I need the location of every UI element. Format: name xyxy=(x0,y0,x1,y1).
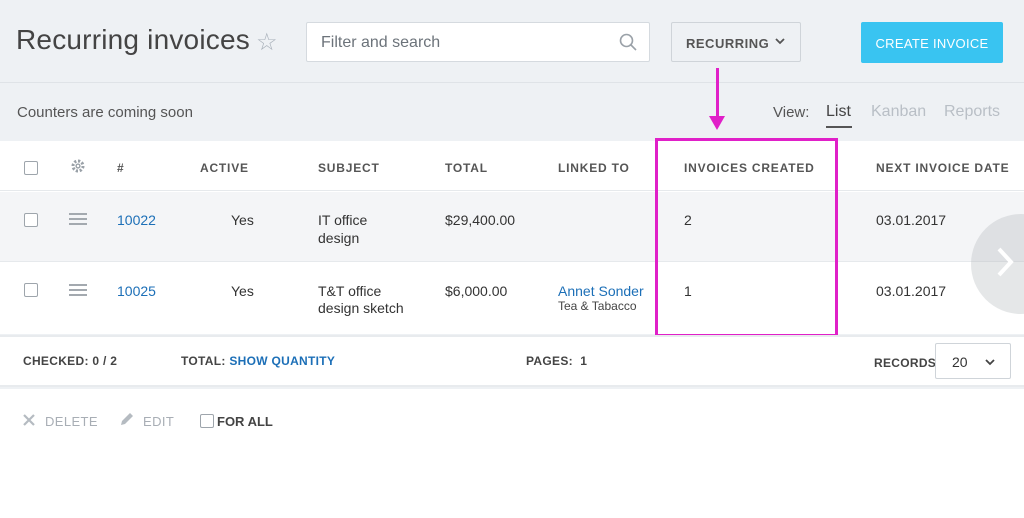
invoice-number-link[interactable]: 10022 xyxy=(117,211,156,229)
create-invoice-button[interactable]: CREATE INVOICE xyxy=(861,22,1003,63)
view-label: View: xyxy=(773,104,810,121)
records-value: 20 xyxy=(952,354,968,370)
total-summary: TOTAL: SHOW QUANTITY xyxy=(181,354,335,368)
pages-counter: PAGES: 1 xyxy=(526,354,587,368)
total-value: $6,000.00 xyxy=(445,283,508,299)
page-title: Recurring invoices xyxy=(16,24,250,55)
annotation-highlight-box xyxy=(655,138,838,337)
next-invoice-date-value: 03.01.2017 xyxy=(876,283,947,299)
pages-label: PAGES: xyxy=(526,354,573,368)
pages-value: 1 xyxy=(580,354,588,368)
show-quantity-link[interactable]: SHOW QUANTITY xyxy=(229,354,335,368)
records-label: RECORDS: xyxy=(874,356,941,370)
edit-button[interactable]: EDIT xyxy=(143,414,174,429)
next-invoice-date-value: 03.01.2017 xyxy=(876,212,947,228)
row-checkbox[interactable] xyxy=(24,283,38,297)
column-header-total[interactable]: TOTAL xyxy=(445,161,488,175)
records-per-page-select[interactable]: 20 xyxy=(935,343,1011,379)
favorite-star-icon[interactable]: ☆ xyxy=(256,28,278,57)
chevron-right-icon[interactable] xyxy=(996,246,1014,283)
chevron-down-icon xyxy=(984,355,996,373)
subject-line-2: design sketch xyxy=(318,300,404,316)
total-value: $29,400.00 xyxy=(445,212,516,228)
view-tab-kanban[interactable]: Kanban xyxy=(871,103,926,121)
drag-handle-icon[interactable] xyxy=(69,212,87,230)
chevron-down-icon xyxy=(774,35,786,50)
subject-line-1: T&T office xyxy=(318,283,382,299)
total-label: TOTAL: xyxy=(181,354,226,368)
delete-button[interactable]: DELETE xyxy=(45,414,98,429)
view-tab-list[interactable]: List xyxy=(826,103,851,121)
column-header-number[interactable]: # xyxy=(117,161,124,175)
for-all-label: FOR ALL xyxy=(217,414,273,429)
annotation-arrow xyxy=(716,68,719,120)
view-tab-reports[interactable]: Reports xyxy=(944,103,1000,121)
table-footer xyxy=(0,335,1024,387)
subject-line-2: design xyxy=(318,230,360,246)
column-header-next-invoice-date[interactable]: NEXT INVOICE DATE xyxy=(876,161,1009,175)
delete-icon xyxy=(22,413,36,432)
recurring-filter-button[interactable]: RECURRING xyxy=(671,22,801,62)
counters-notice: Counters are coming soon xyxy=(17,104,193,121)
active-view-underline xyxy=(826,126,852,128)
recurring-filter-label: RECURRING xyxy=(686,36,770,51)
subject-line-1: IT office xyxy=(318,212,368,228)
search-icon[interactable] xyxy=(619,33,637,56)
column-header-active[interactable]: ACTIVE xyxy=(200,161,249,175)
edit-pencil-icon xyxy=(119,411,135,432)
column-header-linked-to[interactable]: LINKED TO xyxy=(558,161,630,175)
drag-handle-icon[interactable] xyxy=(69,283,87,301)
checked-label: CHECKED: xyxy=(23,354,89,368)
checked-counter: CHECKED: 0 / 2 xyxy=(23,354,117,368)
for-all-checkbox[interactable] xyxy=(200,414,214,428)
search-box[interactable] xyxy=(306,22,650,63)
table-header-row xyxy=(0,141,1024,191)
linked-contact-link[interactable]: Annet Sonder xyxy=(558,282,644,300)
linked-company: Tea & Tabacco xyxy=(558,299,637,313)
column-header-subject[interactable]: SUBJECT xyxy=(318,161,380,175)
active-value: Yes xyxy=(231,212,254,228)
checked-value: 0 / 2 xyxy=(92,354,118,368)
active-value: Yes xyxy=(231,283,254,299)
invoice-number-link[interactable]: 10025 xyxy=(117,282,156,300)
annotation-arrow-head xyxy=(709,116,725,130)
search-input[interactable] xyxy=(319,23,613,63)
header-divider xyxy=(0,82,1024,83)
create-invoice-label: CREATE INVOICE xyxy=(875,36,989,51)
bulk-action-bar xyxy=(0,389,1024,518)
select-all-checkbox[interactable] xyxy=(24,161,38,175)
gear-icon[interactable] xyxy=(70,158,86,179)
row-checkbox[interactable] xyxy=(24,213,38,227)
